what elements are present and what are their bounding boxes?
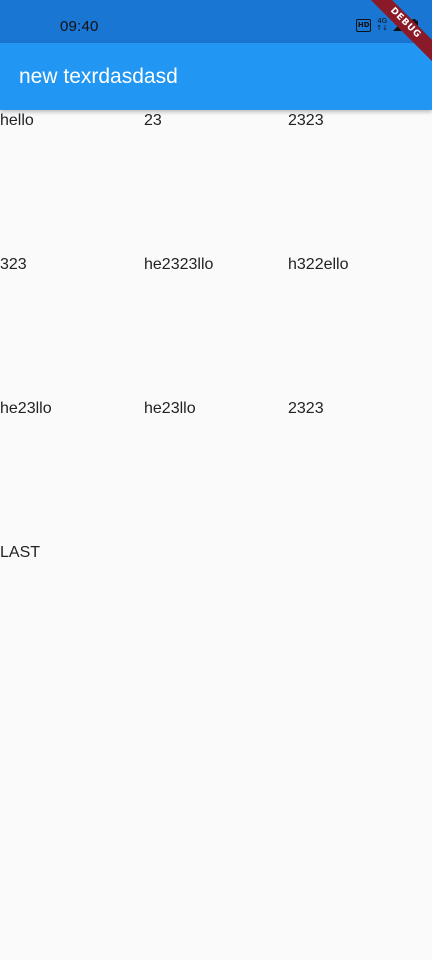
grid-cell: hello: [0, 112, 34, 129]
grid-cell: 23: [144, 112, 162, 129]
grid-cell: he23llo: [144, 400, 196, 417]
grid-cell: [144, 542, 288, 686]
grid-cell: 323: [0, 256, 27, 273]
grid-cell: he2323llo: [144, 256, 214, 273]
grid-cell: [288, 542, 432, 686]
debug-ribbon-label: DEBUG: [362, 0, 432, 67]
content-grid: hello 23 2323 323 he2323llo h322ello he2…: [0, 110, 432, 686]
status-time: 09:40: [60, 18, 99, 35]
grid-cell: h322ello: [288, 256, 349, 273]
grid-cell: he23llo: [0, 400, 52, 417]
app-bar-title: new texrdasdasd: [19, 65, 178, 88]
grid-cell: 2323: [288, 112, 324, 129]
debug-banner: DEBUG: [352, 0, 432, 80]
grid-cell: 2323: [288, 400, 324, 417]
grid-cell-last: LAST: [0, 544, 41, 561]
